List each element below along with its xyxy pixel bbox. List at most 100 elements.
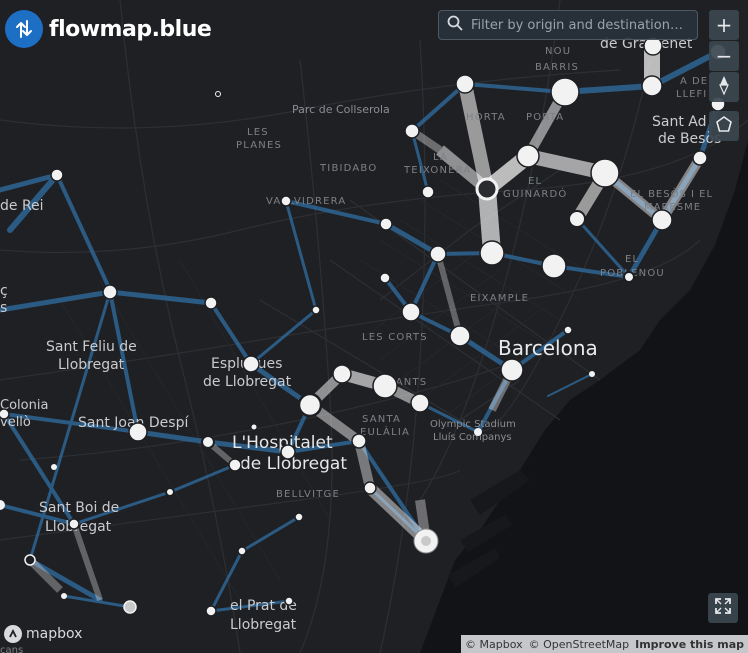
location-node	[404, 123, 420, 139]
location-node	[205, 605, 217, 617]
location-node	[455, 74, 475, 94]
location-node	[692, 150, 708, 166]
location-node	[242, 355, 260, 373]
flowmap-logo-icon	[5, 10, 43, 48]
map-attribution: © Mapbox © OpenStreetMap Improve this ma…	[461, 635, 748, 653]
zoom-out-button[interactable]: −	[709, 41, 739, 71]
label-nou-barris: NOU	[545, 46, 571, 57]
location-node	[215, 91, 221, 97]
location-node	[228, 458, 242, 472]
label-lleffi-2: LLEFI	[676, 89, 707, 100]
label-molins-2: s	[0, 300, 7, 316]
location-node	[24, 554, 36, 566]
label-tibidabo: TIBIDABO	[319, 163, 377, 174]
mapbox-icon	[4, 625, 22, 643]
location-node	[479, 240, 505, 266]
label-sant-feliu-2: Llobregat	[58, 357, 125, 373]
compass-button[interactable]	[709, 72, 739, 102]
label-les-planes: LES	[247, 127, 269, 138]
label-nou-barris-2: BARRIS	[535, 62, 579, 73]
flow-map[interactable]: NOU BARRIS de Gramenet Parc de Collserol…	[0, 0, 748, 653]
location-node	[568, 210, 586, 228]
label-de-rei: de Rei	[0, 198, 44, 214]
location-node	[589, 371, 595, 377]
fullscreen-icon	[714, 597, 732, 619]
osm-attribution-link[interactable]: © OpenStreetMap	[529, 638, 630, 651]
location-node	[563, 325, 573, 335]
label-cans: cans	[0, 645, 23, 653]
label-porta: PORTA	[526, 112, 564, 123]
location-node	[311, 305, 321, 315]
fullscreen-button[interactable]	[708, 593, 738, 623]
mapbox-logo[interactable]: mapbox	[4, 625, 82, 643]
location-node	[379, 217, 393, 231]
location-node	[0, 408, 10, 420]
label-lleffi: A DE	[680, 76, 708, 87]
label-molins: ç	[0, 283, 8, 299]
location-node	[550, 77, 580, 107]
location-node	[651, 209, 673, 231]
location-node	[280, 444, 296, 460]
improve-map-link[interactable]: Improve this map	[635, 638, 744, 651]
plus-icon: +	[715, 13, 733, 37]
label-les-planes-2: PLANES	[236, 140, 282, 151]
location-node	[297, 392, 323, 418]
location-node	[284, 596, 294, 606]
label-olympic-stadium: Olympic Stadium	[430, 419, 516, 430]
location-node	[641, 75, 663, 97]
minus-icon: −	[715, 44, 733, 68]
label-la-teixonera: LA	[433, 152, 448, 163]
lasso-select-button[interactable]	[709, 111, 739, 141]
label-santa-eulalia: SANTA	[362, 414, 401, 425]
search-icon	[447, 15, 463, 35]
label-el-guinardo: EL	[528, 176, 542, 187]
compass-icon	[718, 75, 730, 100]
location-node	[280, 195, 292, 207]
label-el-besos: EL BESÒS I EL	[630, 187, 713, 200]
brand-logo[interactable]: flowmap.blue	[5, 10, 212, 48]
location-node	[449, 325, 471, 347]
label-horta: HORTA	[466, 112, 506, 123]
location-node	[379, 272, 391, 284]
location-node	[429, 245, 447, 263]
zoom-in-button[interactable]: +	[709, 10, 739, 40]
label-les-corts: LES CORTS	[362, 332, 428, 343]
label-la-teixonera-2: TEIXONERA	[403, 165, 471, 176]
flowmap-app: NOU BARRIS de Gramenet Parc de Collserol…	[0, 0, 748, 653]
label-bellvitge: BELLVITGE	[276, 489, 340, 500]
location-filter[interactable]	[438, 10, 698, 40]
location-node	[61, 593, 67, 599]
location-node-selected	[475, 177, 499, 201]
mapbox-attribution-link[interactable]: © Mapbox	[465, 638, 523, 651]
label-vallvidrera: VALLVIDRERA	[266, 196, 346, 207]
label-santa-eulalia-2: EULÀLIA	[360, 425, 410, 438]
location-node	[51, 464, 57, 470]
label-sant-boi: Sant Boi de	[39, 500, 119, 516]
location-node-inner	[421, 536, 431, 546]
location-node	[421, 185, 435, 199]
label-parc-collserola: Parc de Collserola	[292, 103, 390, 116]
location-node	[128, 422, 148, 442]
location-node	[500, 358, 524, 382]
label-eixample: EIXAMPLE	[470, 293, 529, 304]
location-node	[372, 373, 398, 399]
location-node	[332, 364, 352, 384]
label-poblenou: EL	[625, 254, 639, 265]
label-olympic-stadium-2: Lluís Companys	[433, 431, 512, 443]
location-node	[351, 433, 367, 449]
label-el-prat-2: Llobregat	[230, 617, 297, 633]
brand-name: flowmap.blue	[49, 16, 212, 42]
location-node	[50, 168, 64, 182]
search-input[interactable]	[469, 16, 693, 34]
location-node	[68, 518, 80, 530]
location-node	[165, 487, 175, 497]
location-node	[123, 600, 137, 614]
location-node	[590, 158, 620, 188]
location-node	[541, 253, 567, 279]
location-node	[401, 302, 421, 322]
location-node	[410, 393, 430, 413]
location-node	[363, 481, 377, 495]
location-node	[204, 296, 218, 310]
mapbox-text: mapbox	[26, 626, 83, 642]
location-node	[250, 423, 258, 431]
